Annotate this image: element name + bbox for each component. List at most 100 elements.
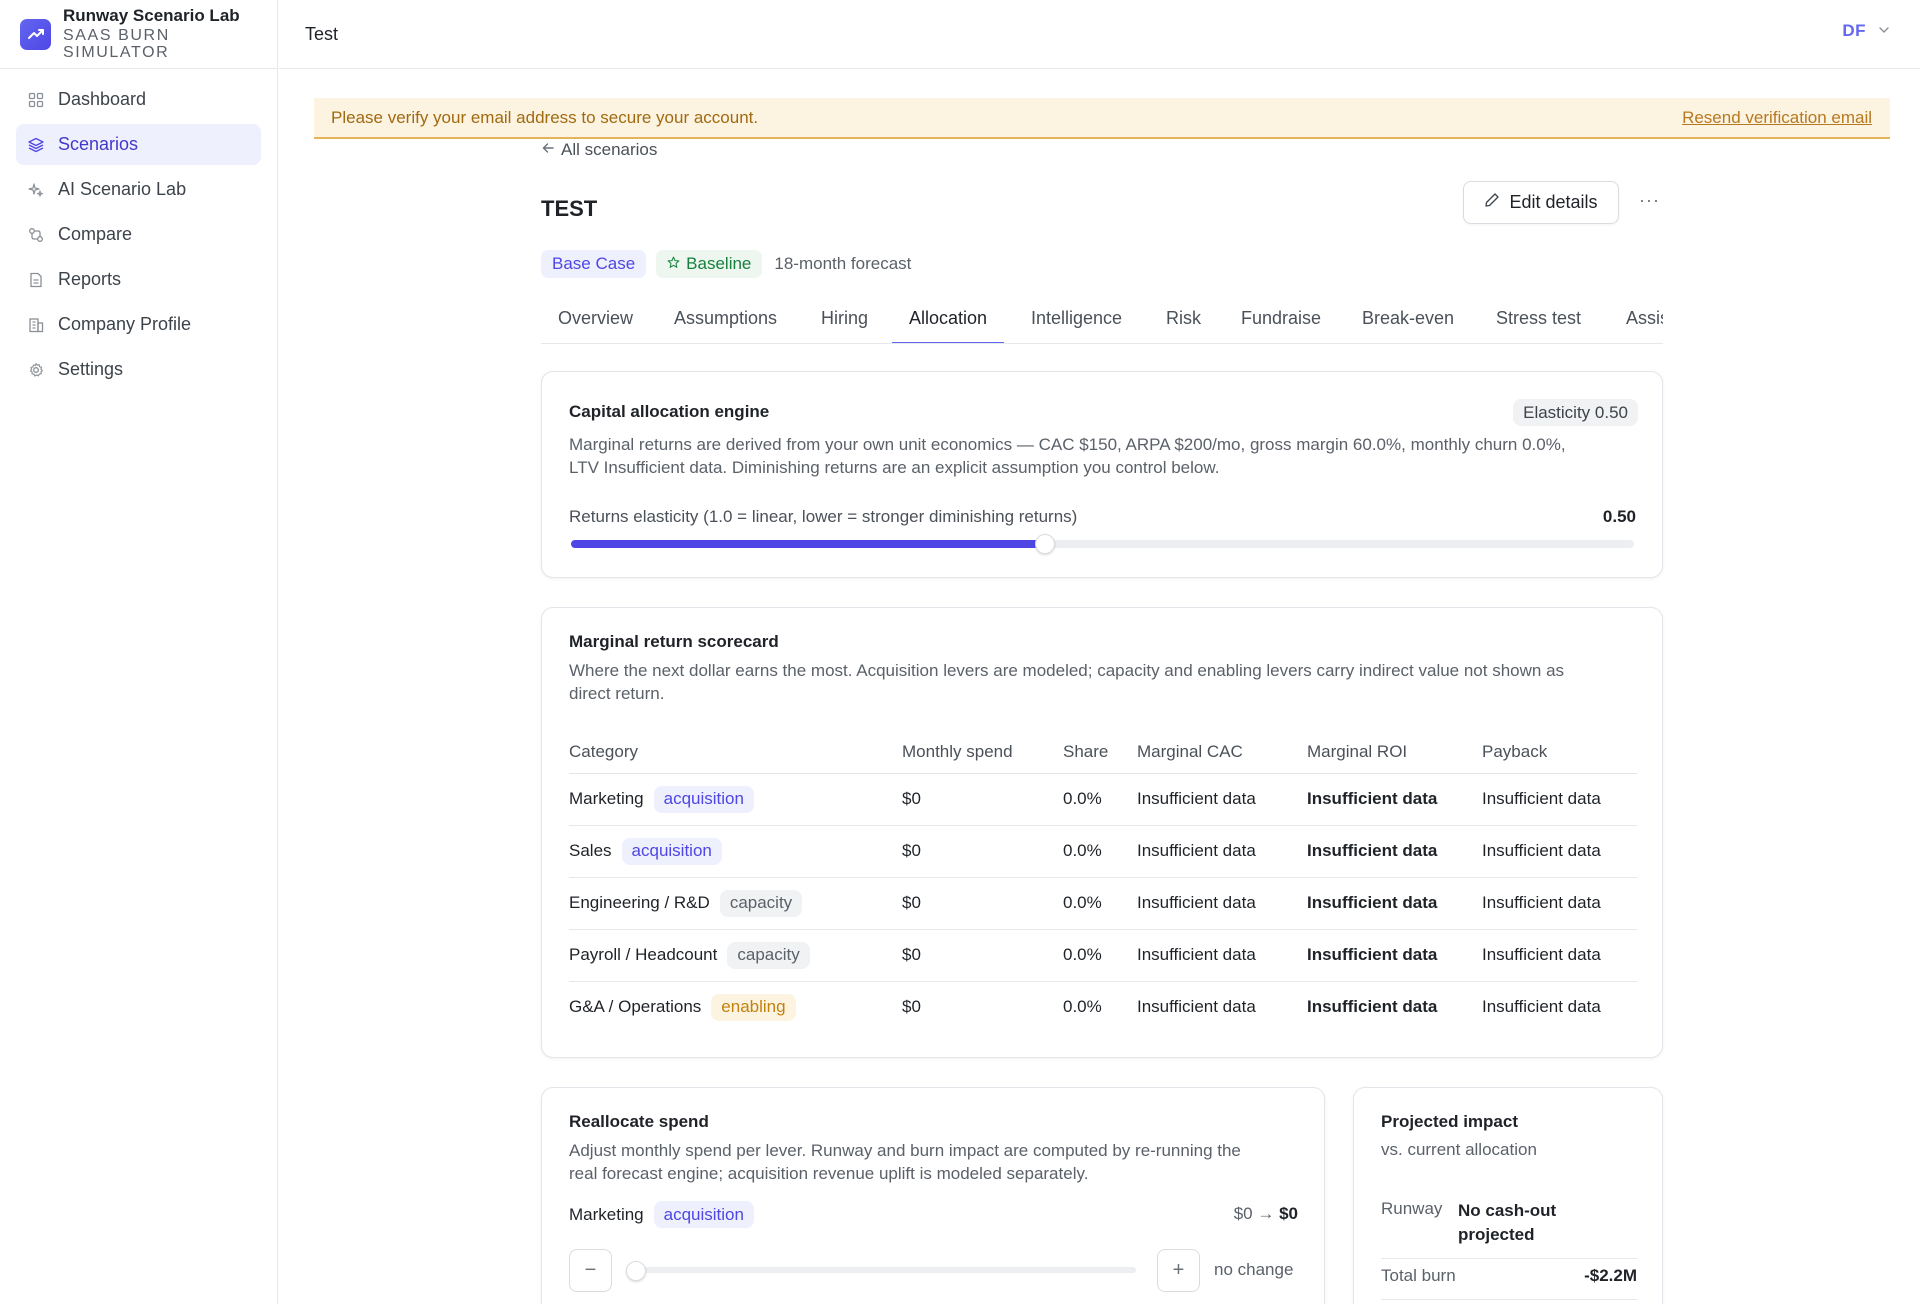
card-description: Adjust monthly spend per lever. Runway a… — [569, 1139, 1309, 1185]
file-icon — [28, 272, 44, 288]
card-title: Marginal return scorecard — [569, 632, 779, 651]
back-link-label: All scenarios — [561, 140, 658, 159]
sidebar-item-company-profile[interactable]: Company Profile — [16, 304, 261, 345]
brand[interactable]: Runway Scenario Lab SAAS BURN SIMULATOR — [0, 0, 277, 69]
sidebar-item-label: Settings — [58, 359, 124, 379]
total-burn-row: Total burn -$2.2M — [1381, 1266, 1637, 1286]
card-title: Reallocate spend — [569, 1112, 709, 1131]
sidebar-item-label: Reports — [58, 269, 122, 289]
lever-tag: acquisition — [653, 1201, 754, 1228]
sidebar-item-ai-scenario-lab[interactable]: AI Scenario Lab — [16, 169, 261, 210]
description-line: Marginal returns are derived from your o… — [569, 435, 1566, 454]
lever-spend-from: $0 → — [1233, 1204, 1275, 1223]
runway-value-line: projected — [1458, 1225, 1535, 1244]
tab-assumptions[interactable]: Assumptions — [674, 300, 777, 343]
baseline-badge: Baseline — [656, 250, 763, 278]
marginal-return-scorecard-card: Marginal return scorecard Where the next… — [541, 607, 1663, 1058]
projected-impact-card: Projected impact vs. current allocation … — [1353, 1087, 1663, 1304]
edit-details-button[interactable]: Edit details — [1463, 181, 1619, 224]
chevron-down-icon[interactable] — [1878, 21, 1890, 41]
tab-assistant[interactable]: Assis — [1626, 300, 1663, 343]
more-options-button[interactable]: ··· — [1639, 190, 1660, 211]
sidebar-item-compare[interactable]: Compare — [16, 214, 261, 255]
sidebar-item-scenarios[interactable]: Scenarios — [16, 124, 261, 165]
marginal-cac: Insufficient data — [1137, 929, 1307, 982]
monthly-spend: $0 — [902, 929, 1063, 982]
description-line: LTV Insufficient data. Diminishing retur… — [569, 458, 1220, 477]
sidebar-item-label: Compare — [58, 224, 133, 244]
category-name: Sales — [569, 841, 612, 860]
column-header: Marginal CAC — [1137, 732, 1307, 774]
lever-slider-thumb[interactable] — [626, 1261, 646, 1281]
layers-icon — [28, 137, 44, 153]
divider — [1381, 1299, 1637, 1300]
tab-fundraise[interactable]: Fundraise — [1241, 300, 1321, 343]
tab-intelligence[interactable]: Intelligence — [1031, 300, 1122, 343]
forecast-length: 18-month forecast — [774, 254, 912, 273]
increase-spend-button[interactable]: + — [1157, 1249, 1200, 1292]
marginal-cac: Insufficient data — [1137, 997, 1256, 1017]
category-tag: acquisition — [621, 837, 722, 865]
sidebar-item-label: Dashboard — [58, 89, 147, 109]
marginal-roi: Insufficient data — [1307, 929, 1482, 982]
share: 0.0% — [1063, 997, 1102, 1017]
avatar[interactable]: DF — [1842, 21, 1866, 41]
column-header: Category — [569, 732, 902, 774]
category-name: G&A / Operations — [569, 997, 702, 1017]
column-header: Marginal ROI — [1307, 732, 1482, 774]
trending-up-icon — [20, 18, 51, 50]
sidebar-item-label: AI Scenario Lab — [58, 179, 187, 199]
category-tag: capacity — [727, 941, 810, 969]
share: 0.0% — [1063, 877, 1137, 930]
scenario-badges: Base Case Baseline 18-month forecast — [541, 250, 911, 278]
sidebar-item-settings[interactable]: Settings — [16, 349, 261, 390]
lever-header: Marketing acquisition — [569, 1201, 754, 1228]
elasticity-slider[interactable] — [571, 534, 1634, 554]
runway-label: Runway — [1381, 1199, 1443, 1218]
resend-verification-link[interactable]: Resend verification email — [1682, 108, 1872, 128]
card-title: Projected impact — [1381, 1112, 1518, 1131]
tab-risk[interactable]: Risk — [1166, 300, 1201, 343]
lever-spend-change: $0 → $0 — [1234, 1204, 1298, 1224]
sidebar-item-dashboard[interactable]: Dashboard — [16, 79, 261, 120]
banner-text: Please verify your email address to secu… — [331, 107, 759, 127]
description-line: real forecast engine; acquisition revenu… — [569, 1164, 1089, 1183]
scorecard-table: Category Monthly spend Share Marginal CA… — [569, 732, 1637, 1033]
monthly-spend: $0 — [902, 773, 1063, 826]
lever-spend-slider[interactable] — [626, 1261, 1136, 1281]
tab-stress-test[interactable]: Stress test — [1496, 300, 1581, 343]
decrease-spend-button[interactable]: − — [569, 1249, 612, 1292]
back-link[interactable]: All scenarios — [541, 140, 657, 160]
elasticity-slider-thumb[interactable] — [1035, 534, 1055, 554]
brand-subtitle-line2: SIMULATOR — [63, 44, 170, 61]
description-line: Where the next dollar earns the most. Ac… — [569, 661, 1565, 680]
pencil-icon — [1484, 192, 1500, 213]
column-header: Share — [1063, 732, 1137, 774]
payback: Insufficient data — [1482, 773, 1637, 826]
elasticity-slider-label: Returns elasticity (1.0 = linear, lower … — [569, 507, 1078, 526]
table-row: Payroll / Headcount capacity $0 0.0% Insu… — [569, 929, 1637, 982]
sidebar-nav: Dashboard Scenarios AI Scenario Lab Comp… — [0, 69, 277, 404]
lever-spend-to: $0 — [1279, 1204, 1298, 1223]
arrow-left-icon — [541, 140, 555, 160]
base-case-badge: Base Case — [541, 250, 647, 278]
tab-hiring[interactable]: Hiring — [821, 300, 868, 343]
marginal-cac: Insufficient data — [1137, 877, 1307, 930]
dashboard-icon — [28, 92, 44, 108]
sidebar-item-reports[interactable]: Reports — [16, 259, 261, 300]
reallocate-spend-card: Reallocate spend Adjust monthly spend pe… — [541, 1087, 1325, 1304]
user-menu[interactable]: DF — [1842, 21, 1890, 41]
page-title: TEST — [541, 196, 598, 221]
marginal-cac: Insufficient data — [1137, 773, 1307, 826]
tab-overview[interactable]: Overview — [558, 300, 633, 343]
scenario-tabs: Overview Assumptions Hiring Allocation I… — [541, 300, 1663, 344]
sidebar-item-label: Scenarios — [58, 134, 139, 154]
monthly-spend: $0 — [902, 825, 1063, 878]
category-tag: enabling — [711, 993, 796, 1021]
tab-allocation[interactable]: Allocation — [892, 300, 1005, 343]
share: 0.0% — [1063, 929, 1137, 982]
tab-break-even[interactable]: Break-even — [1362, 300, 1454, 343]
card-description: Marginal returns are derived from your o… — [569, 433, 1649, 479]
gear-icon — [28, 362, 44, 378]
card-subtitle: vs. current allocation — [1381, 1140, 1537, 1159]
